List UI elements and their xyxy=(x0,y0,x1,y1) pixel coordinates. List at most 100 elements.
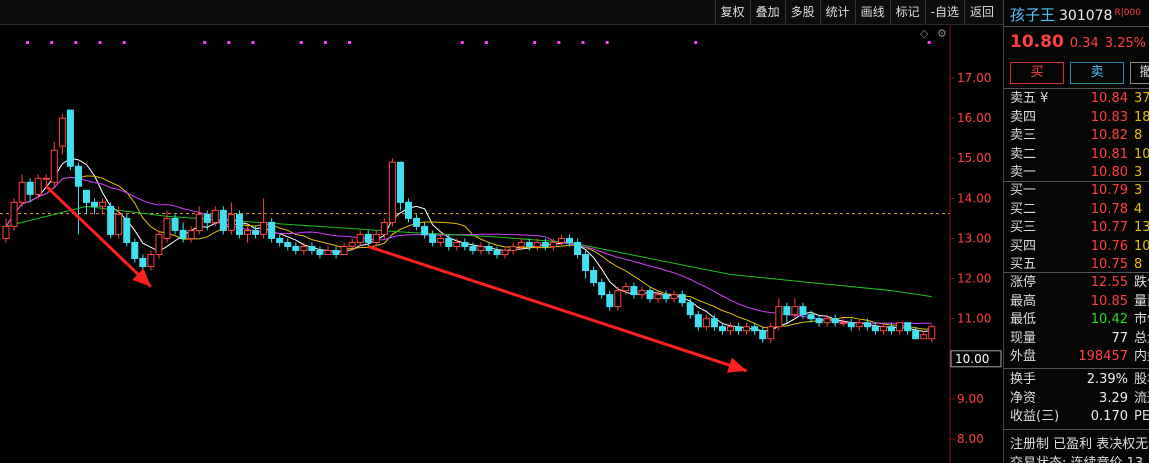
ma20-line xyxy=(5,176,932,324)
candle-body xyxy=(66,109,74,167)
buy-button[interactable]: 买 xyxy=(1010,62,1064,84)
candle-body xyxy=(847,322,855,328)
toolbar-button-multi[interactable]: 多股 xyxy=(784,0,820,24)
candle-body xyxy=(823,318,831,324)
candle-body xyxy=(767,326,775,340)
divider xyxy=(1004,272,1149,273)
toolbar-button-watchlist[interactable]: -自选 xyxy=(924,0,964,24)
stat-label-2: 内盘 xyxy=(1134,349,1149,364)
candle-body xyxy=(453,241,461,247)
kline-chart[interactable]: 17.00 16.00 15.00 14.00 13.00 12.00 11.00 10.00… xyxy=(0,25,1003,463)
signal-dot xyxy=(348,41,352,44)
candle-body xyxy=(131,241,139,259)
sell-button[interactable]: 卖 xyxy=(1070,62,1124,84)
candle-body xyxy=(83,189,90,203)
candle-body xyxy=(405,201,412,219)
bid-row[interactable]: 买一 10.79 3 xyxy=(1010,182,1149,200)
ask-row[interactable]: 卖二 10.81 10 xyxy=(1010,146,1149,164)
candle-body xyxy=(727,326,734,332)
candle-body xyxy=(646,290,654,300)
bid-row[interactable]: 买二 10.78 4 xyxy=(1010,201,1149,219)
stock-name[interactable]: 孩子王 xyxy=(1010,6,1055,24)
toolbar-button-stats[interactable]: 统计 xyxy=(819,0,855,24)
toolbar-button-draw[interactable]: 画线 xyxy=(854,0,890,24)
candle-body xyxy=(775,306,783,328)
toolbar-button-mark[interactable]: 标记 xyxy=(889,0,925,24)
candle-body xyxy=(718,326,726,332)
axis-tick-label: 11.00 xyxy=(957,312,991,326)
level-price: 10.77 xyxy=(1090,220,1128,235)
toolbar-button-overlay[interactable]: 叠加 xyxy=(749,0,785,24)
candle-body xyxy=(606,294,614,308)
candle-body xyxy=(799,306,807,316)
bid-row[interactable]: 买三 10.77 13 xyxy=(1010,219,1149,237)
candle-body xyxy=(244,229,251,235)
ask-row[interactable]: 卖四 10.83 18 xyxy=(1010,109,1149,127)
candle-body xyxy=(566,237,573,243)
candle-body xyxy=(863,322,871,328)
toolbar-button-fuquan[interactable]: 复权 xyxy=(714,0,750,24)
candle-body xyxy=(557,237,565,243)
cancel-button[interactable]: 撤 xyxy=(1130,62,1149,84)
candle-body xyxy=(525,241,533,247)
stat-label-2: 流通 xyxy=(1134,390,1149,406)
candle-body xyxy=(10,201,18,227)
candle-body xyxy=(308,245,316,251)
candle-body xyxy=(58,117,66,147)
candle-body xyxy=(509,245,517,251)
candle-body xyxy=(235,213,243,235)
candle-body xyxy=(807,314,815,320)
toolbar-button-back[interactable]: 返回 xyxy=(963,0,999,24)
candle-body xyxy=(759,330,767,340)
candle-body xyxy=(541,241,549,247)
ask-row[interactable]: 卖三 10.82 8 xyxy=(1010,127,1149,145)
stat-row: 最高 10.85 量比 xyxy=(1010,293,1149,311)
candle-body xyxy=(493,249,501,255)
candle-body xyxy=(912,330,920,340)
candle-body xyxy=(694,314,702,328)
ma10-line xyxy=(5,175,932,330)
level-qty: 8 xyxy=(1134,128,1143,143)
candle-body xyxy=(582,253,590,272)
quote-panel: 孩子王301078R|000 10.80 0.34 3.25% 买 卖 撤 卖五 ¥… xyxy=(1003,0,1149,463)
axis-tick-label: 14.00 xyxy=(957,191,991,205)
level-qty: 13 xyxy=(1134,220,1149,235)
stat-label: 净资 xyxy=(1010,390,1037,406)
candle-body xyxy=(316,249,324,255)
level-price: 10.80 xyxy=(1090,165,1128,180)
candle-body xyxy=(638,290,646,296)
stat-row: 换手 2.39% 股本 xyxy=(1010,371,1149,389)
axis-tick-label: 15.00 xyxy=(957,151,991,165)
stat-label-2: PE(动 xyxy=(1134,409,1149,424)
candle-body xyxy=(107,205,115,235)
stat-label: 最高 xyxy=(1010,293,1037,309)
level-price: 10.83 xyxy=(1090,109,1128,125)
signal-dot xyxy=(50,41,54,44)
stat-label: 换手 xyxy=(1010,372,1037,387)
candle-body xyxy=(2,225,10,239)
current-value-label: 10.00 xyxy=(955,352,989,366)
ask-row[interactable]: 卖五 ¥ 10.84 37 xyxy=(1010,90,1149,108)
candle-body xyxy=(292,245,300,251)
bid-row[interactable]: 买四 10.76 10 xyxy=(1010,238,1149,256)
stock-header: 孩子王 301078 R|000 xyxy=(1010,4,1141,25)
signal-dot xyxy=(203,41,207,44)
signal-dot xyxy=(694,41,698,44)
signal-dot xyxy=(251,41,255,44)
candle-body xyxy=(670,294,678,300)
candle-body xyxy=(888,326,895,332)
level-qty: 10 xyxy=(1134,238,1149,254)
candle-body xyxy=(904,322,912,332)
signal-dot xyxy=(460,41,464,44)
stat-value: 10.42 xyxy=(1090,312,1128,327)
diamond-icon[interactable]: ◇ xyxy=(920,27,928,40)
price-change-pct: 3.25% xyxy=(1104,36,1147,51)
candle-body xyxy=(155,233,163,255)
signal-dot xyxy=(581,41,585,44)
axis-tick-label: 13.00 xyxy=(957,231,991,245)
candle-body xyxy=(388,161,396,223)
settings-icon[interactable]: ⚙ xyxy=(937,27,947,40)
candle-body xyxy=(549,241,557,247)
candle-body xyxy=(219,209,227,231)
ask-row[interactable]: 卖一 10.80 3 xyxy=(1010,164,1149,182)
